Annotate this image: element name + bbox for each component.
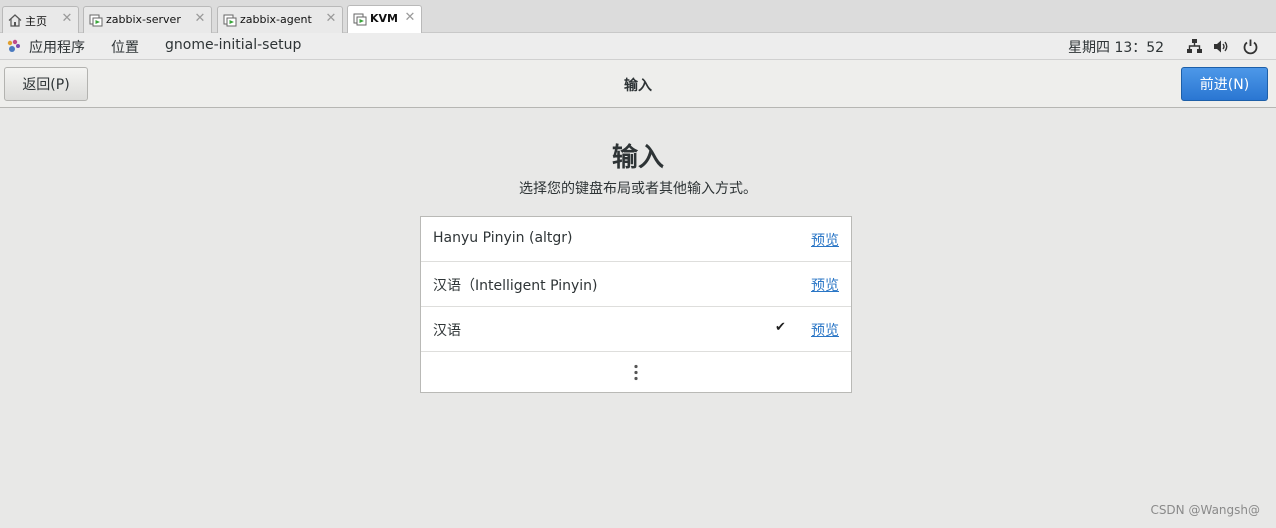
tab-label: zabbix-server	[106, 13, 181, 26]
network-icon[interactable]	[1186, 38, 1203, 55]
tab-home[interactable]: 主页 ✕	[2, 6, 79, 33]
app-menu[interactable]: gnome-initial-setup	[165, 37, 301, 53]
header-title: 输入	[624, 78, 652, 94]
vertical-ellipsis-icon	[634, 364, 638, 380]
gnome-top-bar: 应用程序 位置 gnome-initial-setup 星期四 13：52	[0, 33, 1276, 60]
page-title: 输入	[611, 143, 664, 173]
volume-icon[interactable]	[1213, 38, 1230, 55]
next-button[interactable]: 前进(N)	[1181, 67, 1268, 101]
close-icon[interactable]: ✕	[60, 11, 74, 27]
input-source-list: Hanyu Pinyin (altgr) 预览 汉语（Intelligent P…	[420, 216, 852, 393]
tab-label: zabbix-agent	[240, 13, 312, 26]
preview-link[interactable]: 预览	[811, 320, 839, 340]
input-source-row[interactable]: Hanyu Pinyin (altgr) 预览	[421, 217, 851, 262]
preview-link[interactable]: 预览	[811, 275, 839, 295]
tab-kvm[interactable]: KVM ✕	[347, 5, 422, 33]
clock[interactable]: 星期四 13：52	[1068, 37, 1164, 57]
gnome-foot-icon	[7, 39, 20, 52]
close-icon[interactable]: ✕	[193, 11, 207, 27]
close-icon[interactable]: ✕	[403, 10, 417, 26]
preview-link[interactable]: 预览	[811, 230, 839, 250]
applications-menu[interactable]: 应用程序	[29, 37, 85, 57]
more-input-sources-button[interactable]	[421, 352, 851, 392]
vm-icon	[223, 14, 237, 27]
input-source-name: 汉语（Intelligent Pinyin)	[433, 278, 598, 294]
places-menu[interactable]: 位置	[111, 37, 139, 57]
tab-zabbix-agent[interactable]: zabbix-agent ✕	[217, 6, 343, 33]
page-subtitle: 选择您的键盘布局或者其他输入方式。	[519, 181, 757, 197]
watermark: CSDN @Wangsh@	[1150, 503, 1260, 517]
input-source-row[interactable]: 汉语 ✔ 预览	[421, 307, 851, 352]
header-bar: 返回(P) 输入 前进(N)	[0, 60, 1276, 108]
tab-zabbix-server[interactable]: zabbix-server ✕	[83, 6, 212, 33]
close-icon[interactable]: ✕	[324, 11, 338, 27]
input-source-name: Hanyu Pinyin (altgr)	[433, 230, 573, 246]
vm-icon	[353, 13, 367, 26]
tab-label: 主页	[25, 15, 47, 28]
tab-label: KVM	[370, 12, 398, 25]
power-icon[interactable]	[1242, 38, 1259, 55]
home-icon	[8, 14, 22, 27]
vm-icon	[89, 14, 103, 27]
browser-tab-strip: 主页 ✕ zabbix-server ✕ zabbix-agent ✕ KVM …	[0, 0, 1276, 33]
checkmark-icon: ✔	[775, 320, 786, 335]
input-source-row[interactable]: 汉语（Intelligent Pinyin) 预览	[421, 262, 851, 307]
input-source-name: 汉语	[433, 323, 461, 339]
